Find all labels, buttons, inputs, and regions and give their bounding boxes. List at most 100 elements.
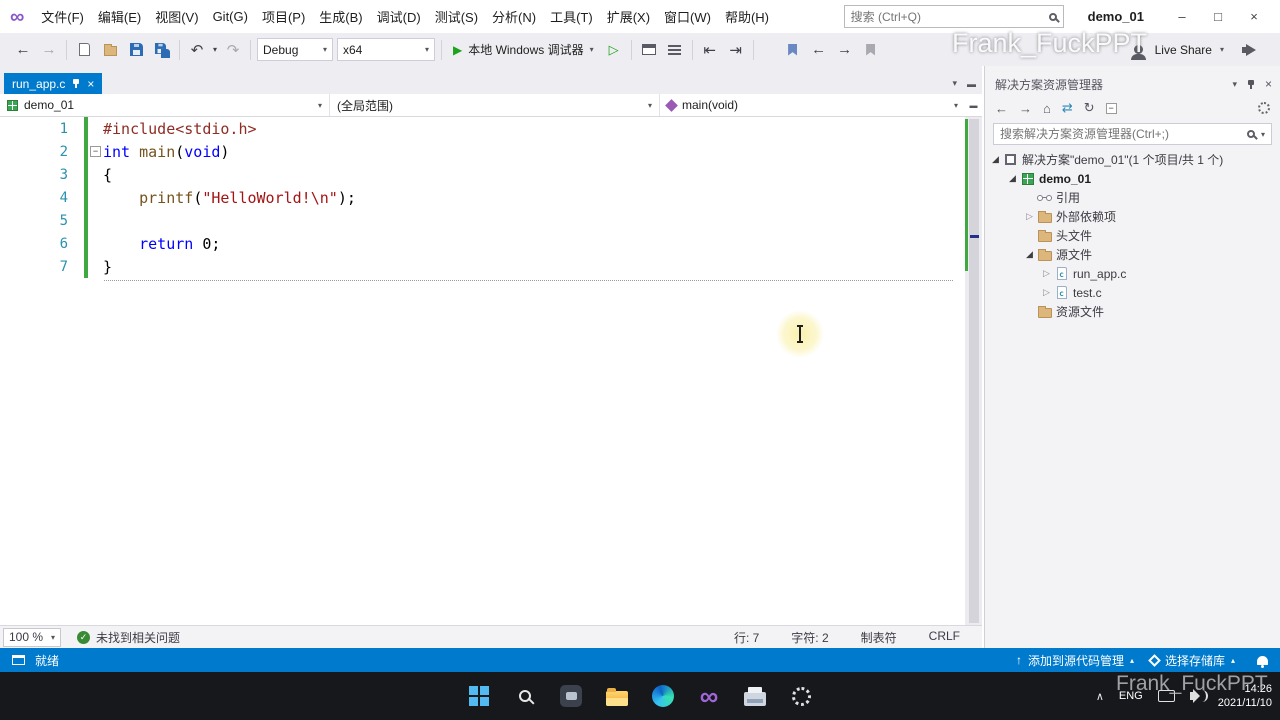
window-options-icon[interactable]: ▬	[967, 79, 976, 89]
new-file-icon[interactable]	[71, 38, 97, 62]
collapse-all-icon[interactable]: −	[1105, 102, 1117, 114]
background-tasks-icon[interactable]	[12, 655, 25, 665]
close-tab-icon[interactable]: ×	[87, 77, 94, 91]
save-icon[interactable]	[123, 38, 149, 62]
redo-icon[interactable]: ↷	[220, 38, 246, 62]
platform-dropdown[interactable]: x64 ▾	[337, 38, 435, 61]
visual-studio-taskbar-icon[interactable]: ∞	[696, 683, 722, 709]
menu-item-9[interactable]: 分析(N)	[485, 3, 543, 30]
tree-item[interactable]: ◢ demo_01	[985, 169, 1280, 188]
indent-mode-indicator[interactable]: 制表符	[861, 629, 897, 646]
select-repository-button[interactable]: 选择存储库 ▴	[1148, 652, 1235, 669]
open-file-icon[interactable]	[97, 38, 123, 62]
menu-item-10[interactable]: 工具(T)	[543, 3, 600, 30]
vertical-scrollbar[interactable]	[965, 117, 982, 625]
menu-item-6[interactable]: 生成(B)	[312, 3, 369, 30]
settings-gear-icon[interactable]	[788, 683, 814, 709]
code-line-5[interactable]: 5	[0, 209, 965, 232]
solution-search-input[interactable]	[1000, 127, 1241, 141]
expand-arrow-icon[interactable]: ▷	[1040, 287, 1053, 298]
collapse-arrow-icon[interactable]: ◢	[1006, 173, 1019, 184]
edge-browser-icon[interactable]	[650, 683, 676, 709]
start-without-debugging-icon[interactable]: ▷	[601, 38, 627, 62]
zoom-dropdown[interactable]: 100 % ▾	[3, 627, 61, 647]
tree-item[interactable]: ▷ c test.c	[985, 283, 1280, 302]
menu-item-5[interactable]: 项目(P)	[255, 3, 312, 30]
hidden-icons-chevron-icon[interactable]: ∧	[1096, 690, 1104, 703]
sync-with-active-document-icon[interactable]: ⇄	[1062, 100, 1073, 116]
undo-dropdown-icon[interactable]: ▾	[210, 45, 220, 54]
window-position-icon[interactable]: ▾	[1232, 79, 1237, 90]
menu-item-4[interactable]: Git(G)	[206, 5, 255, 28]
file-explorer-icon[interactable]	[604, 683, 630, 709]
attach-to-process-icon[interactable]	[636, 38, 662, 62]
collapse-arrow-icon[interactable]: ◢	[1023, 249, 1036, 260]
scope-dropdown[interactable]: (全局范围) ▾	[330, 94, 660, 116]
tree-item[interactable]: ▷ c run_app.c	[985, 264, 1280, 283]
active-files-dropdown-icon[interactable]: ▾	[952, 78, 957, 89]
menu-item-3[interactable]: 视图(V)	[148, 3, 205, 30]
navigate-backward-icon[interactable]: ←	[10, 38, 36, 62]
code-line-7[interactable]: 7}	[0, 255, 965, 278]
taskbar-clock[interactable]: 14:26 2021/11/10	[1218, 682, 1272, 711]
undo-icon[interactable]: ↶	[184, 38, 210, 62]
eol-indicator[interactable]: CRLF	[929, 629, 960, 646]
tree-item[interactable]: 引用	[985, 188, 1280, 207]
menu-item-1[interactable]: 文件(F)	[34, 3, 91, 30]
configuration-dropdown[interactable]: Debug ▾	[257, 38, 333, 61]
tree-item[interactable]: ◢ 源文件	[985, 245, 1280, 264]
notifications-bell-icon[interactable]	[1257, 655, 1268, 668]
collapse-arrow-icon[interactable]: ◢	[989, 154, 1002, 165]
quick-search-input[interactable]	[850, 9, 1049, 24]
code-line-1[interactable]: 1 #include<stdio.h>	[0, 117, 965, 140]
live-share-button[interactable]: Live Share	[1155, 43, 1212, 57]
menu-item-7[interactable]: 调试(D)	[370, 3, 428, 30]
member-dropdown[interactable]: main(void) ▾	[660, 94, 965, 116]
printer-app-icon[interactable]	[742, 683, 768, 709]
minimize-button[interactable]: –	[1164, 4, 1200, 30]
next-bookmark-icon[interactable]: →	[832, 38, 858, 62]
solution-search-box[interactable]: ▾	[993, 123, 1272, 145]
maximize-button[interactable]: □	[1200, 4, 1236, 30]
project-dropdown[interactable]: demo_01 ▾	[0, 94, 330, 116]
menu-item-8[interactable]: 测试(S)	[428, 3, 485, 30]
previous-bookmark-icon[interactable]: ←	[806, 38, 832, 62]
code-line-6[interactable]: 6 return 0;	[0, 232, 965, 255]
bookmark-icon[interactable]	[780, 38, 806, 62]
pin-tab-icon[interactable]	[72, 78, 80, 89]
bookmarks-window-icon[interactable]	[858, 38, 884, 62]
navigate-forward-icon[interactable]: →	[36, 38, 62, 62]
tree-item[interactable]: 资源文件	[985, 302, 1280, 321]
document-outline-icon[interactable]	[662, 38, 688, 62]
split-window-icon[interactable]: ▬	[965, 94, 982, 116]
taskbar-search-icon[interactable]	[512, 683, 538, 709]
menu-item-13[interactable]: 帮助(H)	[718, 3, 776, 30]
column-indicator[interactable]: 字符: 2	[791, 629, 828, 646]
collapse-toggle-icon[interactable]: −	[90, 146, 101, 157]
expand-arrow-icon[interactable]: ▷	[1023, 211, 1036, 222]
tree-item[interactable]: 头文件	[985, 226, 1280, 245]
line-indicator[interactable]: 行: 7	[734, 629, 759, 646]
properties-icon[interactable]	[1258, 102, 1270, 114]
start-button[interactable]	[466, 683, 492, 709]
task-view-icon[interactable]	[558, 683, 584, 709]
save-all-icon[interactable]	[149, 38, 175, 62]
code-line-2[interactable]: 2 − int main(void)	[0, 140, 965, 163]
explorer-back-icon[interactable]: ←	[995, 101, 1008, 116]
code-editor[interactable]: 1 #include<stdio.h> 2− int main(void) 3{4 pr…	[0, 117, 965, 625]
menu-item-2[interactable]: 编辑(E)	[91, 3, 148, 30]
outdent-icon[interactable]: ⇤	[697, 38, 723, 62]
touch-keyboard-icon[interactable]	[1157, 690, 1175, 702]
close-button[interactable]: ×	[1236, 4, 1272, 30]
chevron-down-icon[interactable]: ▾	[1261, 130, 1265, 139]
indent-icon[interactable]: ⇥	[723, 38, 749, 62]
start-debugging-button[interactable]: ▶ 本地 Windows 调试器 ▾	[446, 38, 601, 62]
home-icon[interactable]: ⌂	[1043, 101, 1051, 116]
document-tab-run-app[interactable]: run_app.c ×	[4, 73, 103, 94]
tree-item[interactable]: ◢ 解决方案"demo_01"(1 个项目/共 1 个)	[985, 150, 1280, 169]
close-panel-icon[interactable]: ×	[1265, 77, 1272, 91]
explorer-forward-icon[interactable]: →	[1019, 101, 1032, 116]
menu-item-12[interactable]: 窗口(W)	[657, 3, 718, 30]
expand-arrow-icon[interactable]: ▷	[1040, 268, 1053, 279]
code-line-4[interactable]: 4 printf("HelloWorld!\n");	[0, 186, 965, 209]
